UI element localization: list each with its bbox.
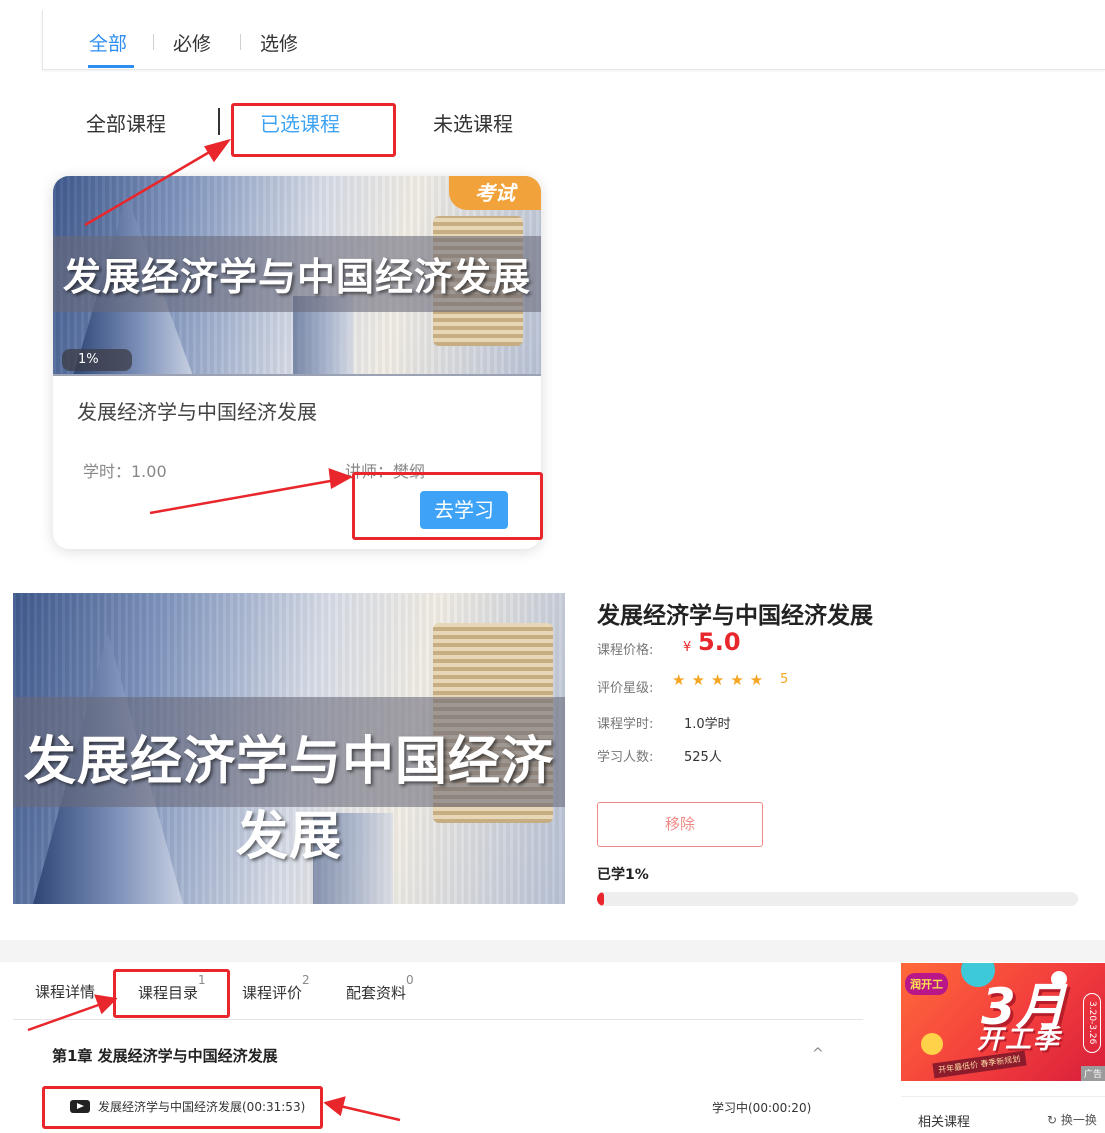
tab-materials[interactable]: 配套资料0 [346, 973, 414, 1003]
progress-badge: 1% [62, 349, 132, 371]
filter-divider [218, 108, 220, 135]
tab-course-details[interactable]: 课程详情 [35, 981, 95, 1002]
currency-symbol: ¥ [683, 640, 692, 655]
rating-label: 评价星级: [597, 681, 654, 696]
ad-date: 3.20-3.26 [1083, 993, 1101, 1053]
arrow-head [204, 138, 232, 163]
annotation-box-catalog [113, 969, 230, 1018]
tab-count: 2 [302, 973, 310, 987]
category-tab-bar: 全部 必修 选修 [42, 10, 1105, 70]
tab-label: 配套资料 [346, 984, 407, 1002]
tab-label: 课程详情 [35, 983, 96, 1001]
course-detail-cover: 发展经济学与中国经济发展 [13, 593, 565, 904]
tab-count: 0 [406, 973, 414, 987]
tab-course-reviews[interactable]: 课程评价2 [242, 973, 310, 1003]
lesson-status: 学习中(00:00:20) [712, 1101, 812, 1115]
decor-circle [921, 1033, 943, 1055]
tab-all[interactable]: 全部 [89, 29, 127, 56]
cover-divider [53, 374, 541, 376]
refresh-icon: ↻ [1047, 1113, 1061, 1127]
tab-label: 课程评价 [242, 984, 303, 1002]
course-title: 发展经济学与中国经济发展 [597, 603, 873, 629]
ad-logo: 润开工 [905, 973, 948, 995]
hours-value: 1.0学时 [684, 717, 731, 732]
course-cover-image[interactable]: 发展经济学与中国经济发展 考试 1% [53, 176, 541, 376]
related-courses-title: 相关课程 [918, 1115, 971, 1130]
tab-separator [240, 34, 241, 50]
filter-all-courses[interactable]: 全部课程 [86, 108, 166, 137]
progress-fill [597, 892, 604, 906]
chevron-up-icon[interactable]: ^ [812, 1046, 824, 1062]
tab-divider [13, 1019, 863, 1020]
annotation-box-go-study [352, 472, 543, 540]
exam-badge: 考试 [449, 176, 541, 210]
refresh-button[interactable]: ↻ 换一换 [1047, 1111, 1097, 1128]
refresh-label: 换一换 [1060, 1113, 1097, 1127]
tab-elective[interactable]: 选修 [260, 29, 298, 56]
section-divider [0, 940, 1105, 962]
annotation-box-lesson [42, 1086, 323, 1129]
learners-label: 学习人数: [597, 750, 654, 765]
cover-title: 发展经济学与中国经济发展 [23, 732, 554, 867]
learned-progress-label: 已学1% [597, 867, 649, 883]
course-price: 5.0 [698, 628, 741, 656]
price-label: 课程价格: [597, 643, 654, 658]
star-icons: ★★★★★ [672, 671, 770, 689]
filter-unselected-courses[interactable]: 未选课程 [433, 108, 513, 137]
chapter-title: 第1章 发展经济学与中国经济发展 [52, 1047, 278, 1065]
annotation-box-selected [231, 103, 396, 157]
cover-title: 发展经济学与中国经济发展 [62, 255, 531, 299]
active-tab-underline [88, 65, 134, 68]
tab-required[interactable]: 必修 [173, 29, 211, 56]
ad-banner[interactable]: 润开工 3月 开工季 开年最低价 春季新规划 3.20-3.26 广告 [901, 963, 1105, 1081]
course-name[interactable]: 发展经济学与中国经济发展 [77, 396, 317, 425]
hours-label: 课程学时: [597, 717, 654, 732]
tab-separator [153, 34, 154, 50]
learners-value: 525人 [684, 750, 722, 765]
ad-tag: 广告 [1080, 1066, 1105, 1081]
course-hours: 学时：1.00 [83, 462, 167, 481]
remove-course-button[interactable]: 移除 [597, 802, 763, 847]
rating-value: 5 [780, 672, 789, 687]
learning-progress-bar [597, 892, 1078, 906]
